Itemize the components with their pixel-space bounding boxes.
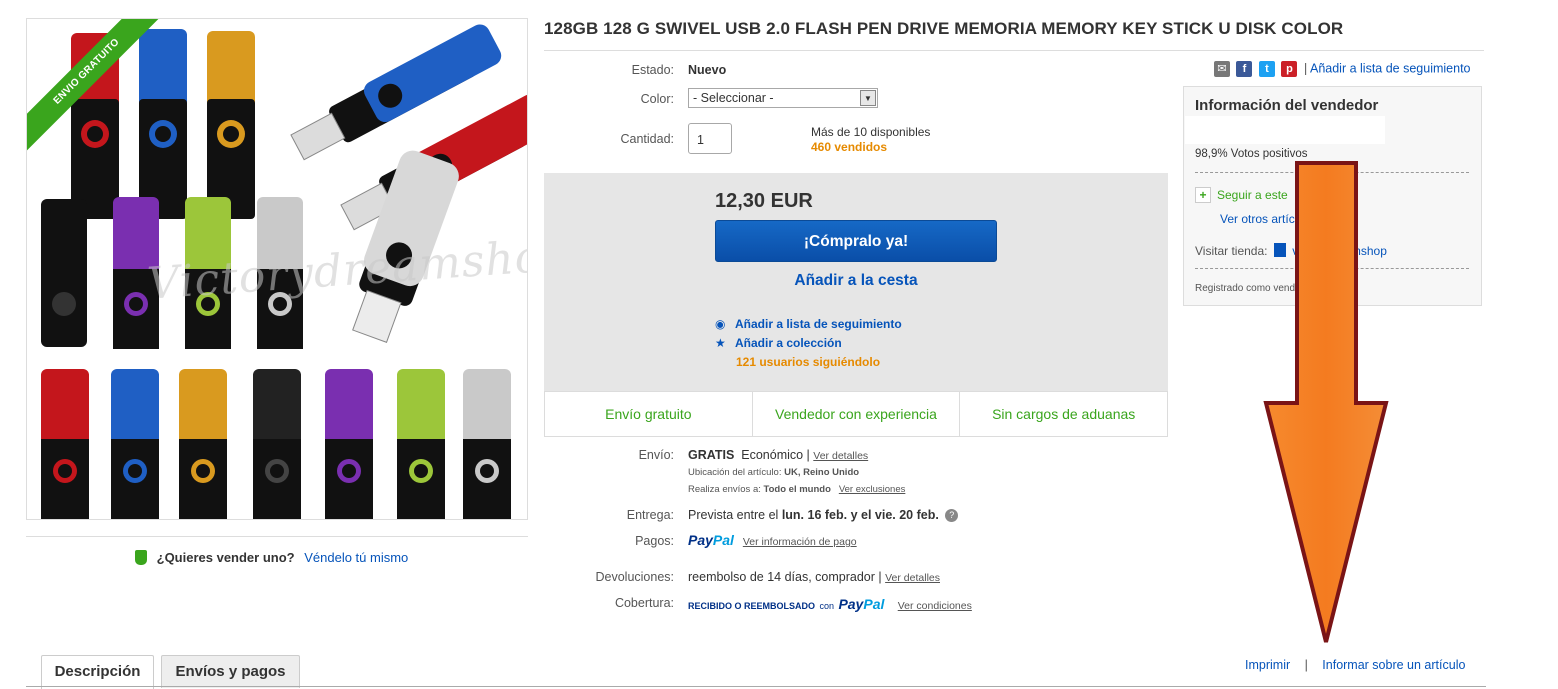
quantity-input[interactable]: 1 (688, 123, 732, 154)
pinterest-icon[interactable]: p (1281, 61, 1298, 77)
add-to-collection[interactable]: ★ Añadir a colección (715, 336, 842, 350)
color-select[interactable]: - Seleccionar - ▼ (688, 88, 878, 108)
shipping-free: GRATIS (688, 448, 735, 462)
price-tag-icon (135, 550, 147, 565)
tab-shipping-payments[interactable]: Envíos y pagos (161, 655, 300, 688)
badge-experienced-seller: Vendedor con experiencia (753, 392, 961, 436)
print-link[interactable]: Imprimir (1245, 658, 1290, 672)
exclusions-link[interactable]: Ver exclusiones (839, 484, 906, 495)
seller-feedback: 98,9% Votos positivos (1195, 148, 1308, 160)
delivery-label: Entrega: (626, 508, 674, 522)
shipping-method: Económico | (741, 448, 810, 462)
report-item-link[interactable]: Informar sobre un artículo (1322, 658, 1465, 672)
twitter-icon[interactable]: t (1258, 61, 1275, 77)
watchers-count: 121 usuarios siguiéndolo (736, 355, 881, 369)
shipping-row: GRATIS Económico | Ver detalles (688, 448, 868, 462)
tab-rule (26, 686, 1486, 687)
add-to-watchlist[interactable]: ◉ Añadir a lista de seguimiento (715, 317, 902, 331)
plus-icon: + (1195, 187, 1211, 203)
sell-it-link[interactable]: Véndelo tú mismo (304, 550, 408, 565)
share-watchlist-link[interactable]: Añadir a lista de seguimiento (1310, 61, 1471, 75)
condition-value: Nuevo (688, 63, 727, 77)
product-image[interactable]: ENVIO GRATUITO Victorydreamshop (26, 18, 528, 520)
item-title: 128GB 128 G SWIVEL USB 2.0 FLASH PEN DRI… (544, 19, 1344, 38)
returns-label: Devoluciones: (595, 570, 674, 584)
seller-heading: Información del vendedor (1195, 97, 1379, 114)
condition-label: Estado: (631, 63, 674, 77)
sell-question: ¿Quieres vender uno? (156, 550, 295, 565)
email-icon[interactable]: ✉ (1214, 61, 1230, 77)
star-icon: ★ (715, 336, 726, 350)
coverage-paypal-logo: PayPal (838, 596, 885, 612)
returns-details-link[interactable]: Ver detalles (885, 572, 940, 584)
paypal-logo: PayPal (688, 532, 734, 548)
ships-to: Realiza envíos a: Todo el mundo Ver excl… (688, 484, 906, 495)
color-select-value: - Seleccionar - (693, 91, 774, 105)
price: 12,30 EUR (715, 190, 813, 212)
coverage-conditions-link[interactable]: Ver condiciones (898, 600, 972, 612)
quantity-label: Cantidad: (620, 132, 674, 146)
shipping-label: Envío: (638, 448, 674, 462)
footer-links: Imprimir | Informar sobre un artículo (1245, 658, 1466, 672)
image-divider (26, 536, 528, 537)
shipping-details-link[interactable]: Ver detalles (813, 450, 868, 462)
badge-no-customs: Sin cargos de aduanas (992, 406, 1136, 422)
title-divider (544, 50, 1484, 51)
add-to-cart-button[interactable]: Añadir a la cesta (715, 272, 997, 290)
chevron-down-icon: ▼ (860, 90, 876, 106)
sold-count[interactable]: 460 vendidos (811, 140, 887, 154)
badge-free-shipping: Envío gratuito (545, 392, 753, 436)
payments-label: Pagos: (635, 534, 674, 548)
coverage-text: RECIBIDO O REEMBOLSADO (688, 601, 816, 611)
eye-icon: ◉ (715, 317, 726, 331)
returns-row: reembolso de 14 días, comprador | Ver de… (688, 570, 940, 584)
available-count: Más de 10 disponibles (811, 125, 931, 139)
badges-bar: Envío gratuito Vendedor con experiencia … (544, 391, 1168, 437)
share-row: ✉ f t p | Añadir a lista de seguimiento (1214, 61, 1471, 79)
buy-now-button[interactable]: ¡Cómpralo ya! (715, 220, 997, 262)
usb-drives-photo (41, 24, 527, 519)
help-icon[interactable]: ? (945, 509, 959, 522)
down-arrow-annotation (1263, 161, 1389, 643)
delivery-estimate: Prevista entre el lun. 16 feb. y el vie.… (688, 508, 959, 522)
facebook-icon[interactable]: f (1236, 61, 1253, 77)
item-location: Ubicación del artículo: UK, Reino Unido (688, 467, 860, 478)
payments-row: PayPal Ver información de pago (688, 532, 857, 550)
tab-description[interactable]: Descripción (41, 655, 154, 689)
color-label: Color: (640, 92, 674, 106)
payment-info-link[interactable]: Ver información de pago (743, 536, 857, 548)
seller-name-mask (1185, 116, 1385, 144)
coverage-label: Cobertura: (614, 596, 674, 610)
coverage-row: RECIBIDO O REEMBOLSADO con PayPal Ver co… (688, 596, 972, 612)
sell-one-row: ¿Quieres vender uno? Véndelo tú mismo (135, 550, 435, 572)
